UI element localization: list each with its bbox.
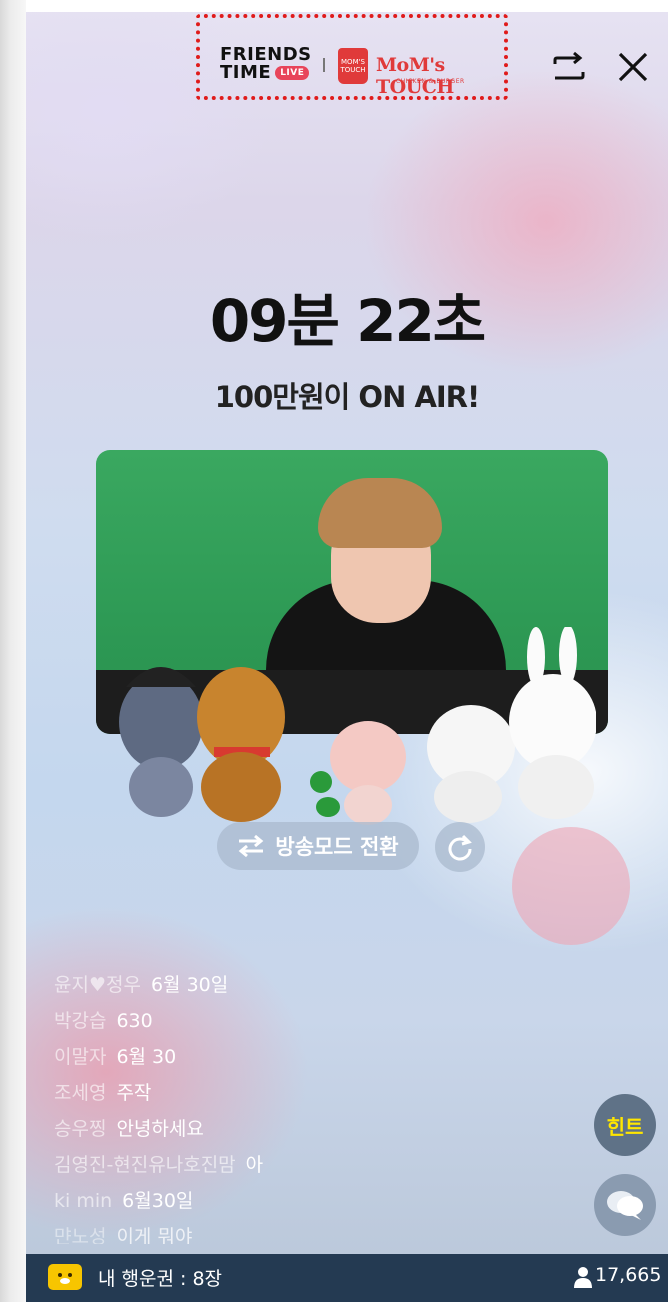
chat-nick: 먄노성 <box>54 1226 107 1244</box>
chat-nick: 김영진-현진유나호진맘 <box>54 1154 236 1176</box>
share-icon <box>553 51 585 80</box>
chat-text: 주작 <box>116 1082 152 1104</box>
chat-text: 6월 30 <box>116 1046 177 1068</box>
chat-nick: 이말자 <box>54 1046 107 1068</box>
logo-divider <box>323 58 325 72</box>
chat-text: 이게 뭐야 <box>116 1226 193 1244</box>
chat-nick: 박강습 <box>54 1010 107 1032</box>
mascot-characters <box>116 625 597 827</box>
chat-text: 아 <box>245 1154 264 1176</box>
moms-touch-mark: MOM'S TOUCH <box>338 48 368 84</box>
lucky-ticket-icon <box>48 1264 82 1290</box>
chat-text: 6월 30일 <box>150 974 229 996</box>
chat-nick: 조세영 <box>54 1082 107 1104</box>
chat-message: 먄노성 이게 뭐야 <box>54 1222 594 1244</box>
chat-text: 630 <box>116 1010 153 1032</box>
chat-button[interactable] <box>594 1174 656 1236</box>
chat-message: 김영진-현진유나호진맘 아 <box>54 1150 594 1186</box>
close-icon <box>618 52 648 82</box>
sponsor-logo-box: FRIENDS TIME LIVE MOM'S TOUCH MoM's TOUCH… <box>196 14 508 100</box>
swap-arrows-icon <box>239 834 264 858</box>
chat-nick: 승우찡 <box>54 1118 107 1140</box>
broadcast-mode-button[interactable]: 방송모드 전환 <box>217 822 419 870</box>
close-button[interactable] <box>615 49 651 85</box>
chat-message: 박강습 630 <box>54 1006 594 1042</box>
moms-touch-wordmark: MoM's TOUCH <box>376 54 454 98</box>
chat-message: ki min 6월30일 <box>54 1186 594 1222</box>
hint-button[interactable]: 힌트 <box>594 1094 656 1156</box>
chat-nick: 윤지♥정우 <box>54 974 141 996</box>
viewer-count: 17,665 <box>595 1264 662 1286</box>
ryan-face-icon <box>58 1273 72 1284</box>
mascot-illustration <box>119 625 597 825</box>
refresh-icon <box>448 834 472 861</box>
bottom-status-bar: 내 행운권 : 8장 17,665 <box>26 1254 668 1302</box>
chat-message: 이말자 6월 30 <box>54 1042 594 1078</box>
chat-nick: ki min <box>54 1190 113 1212</box>
live-badge: LIVE <box>275 66 310 80</box>
chat-message: 승우찡 안녕하세요 <box>54 1114 594 1150</box>
chat-text: 6월30일 <box>122 1190 194 1212</box>
chat-bubble-icon <box>607 1191 643 1220</box>
left-edge-shadow <box>0 0 26 1302</box>
refresh-button[interactable] <box>435 822 485 872</box>
countdown-timer: 09분 22초 <box>209 287 486 355</box>
chat-message: 윤지♥정우 6월 30일 <box>54 970 594 1006</box>
viewer-icon <box>574 1267 592 1288</box>
decor-orb <box>512 827 630 945</box>
chat-text: 안녕하세요 <box>116 1118 204 1140</box>
moms-touch-tagline: CHICKEN & BURGER <box>396 78 465 85</box>
share-button[interactable] <box>551 50 587 86</box>
prize-subtitle: 100만원이 ON AIR! <box>214 380 480 414</box>
friends-time-logo: FRIENDS TIME LIVE <box>220 46 312 82</box>
live-quiz-screen: FRIENDS TIME LIVE MOM'S TOUCH MoM's TOUCH… <box>26 12 668 1302</box>
chat-message: 조세영 주작 <box>54 1078 594 1114</box>
lucky-ticket-count: 내 행운권 : 8장 <box>98 1268 223 1290</box>
chat-list: 윤지♥정우 6월 30일 박강습 630 이말자 6월 30 조세영 주작 승우찡 안녕하… <box>54 970 594 1244</box>
broadcast-mode-label: 방송모드 전환 <box>275 835 399 859</box>
host-hair <box>318 478 442 548</box>
brand-line2: TIME <box>220 62 272 83</box>
